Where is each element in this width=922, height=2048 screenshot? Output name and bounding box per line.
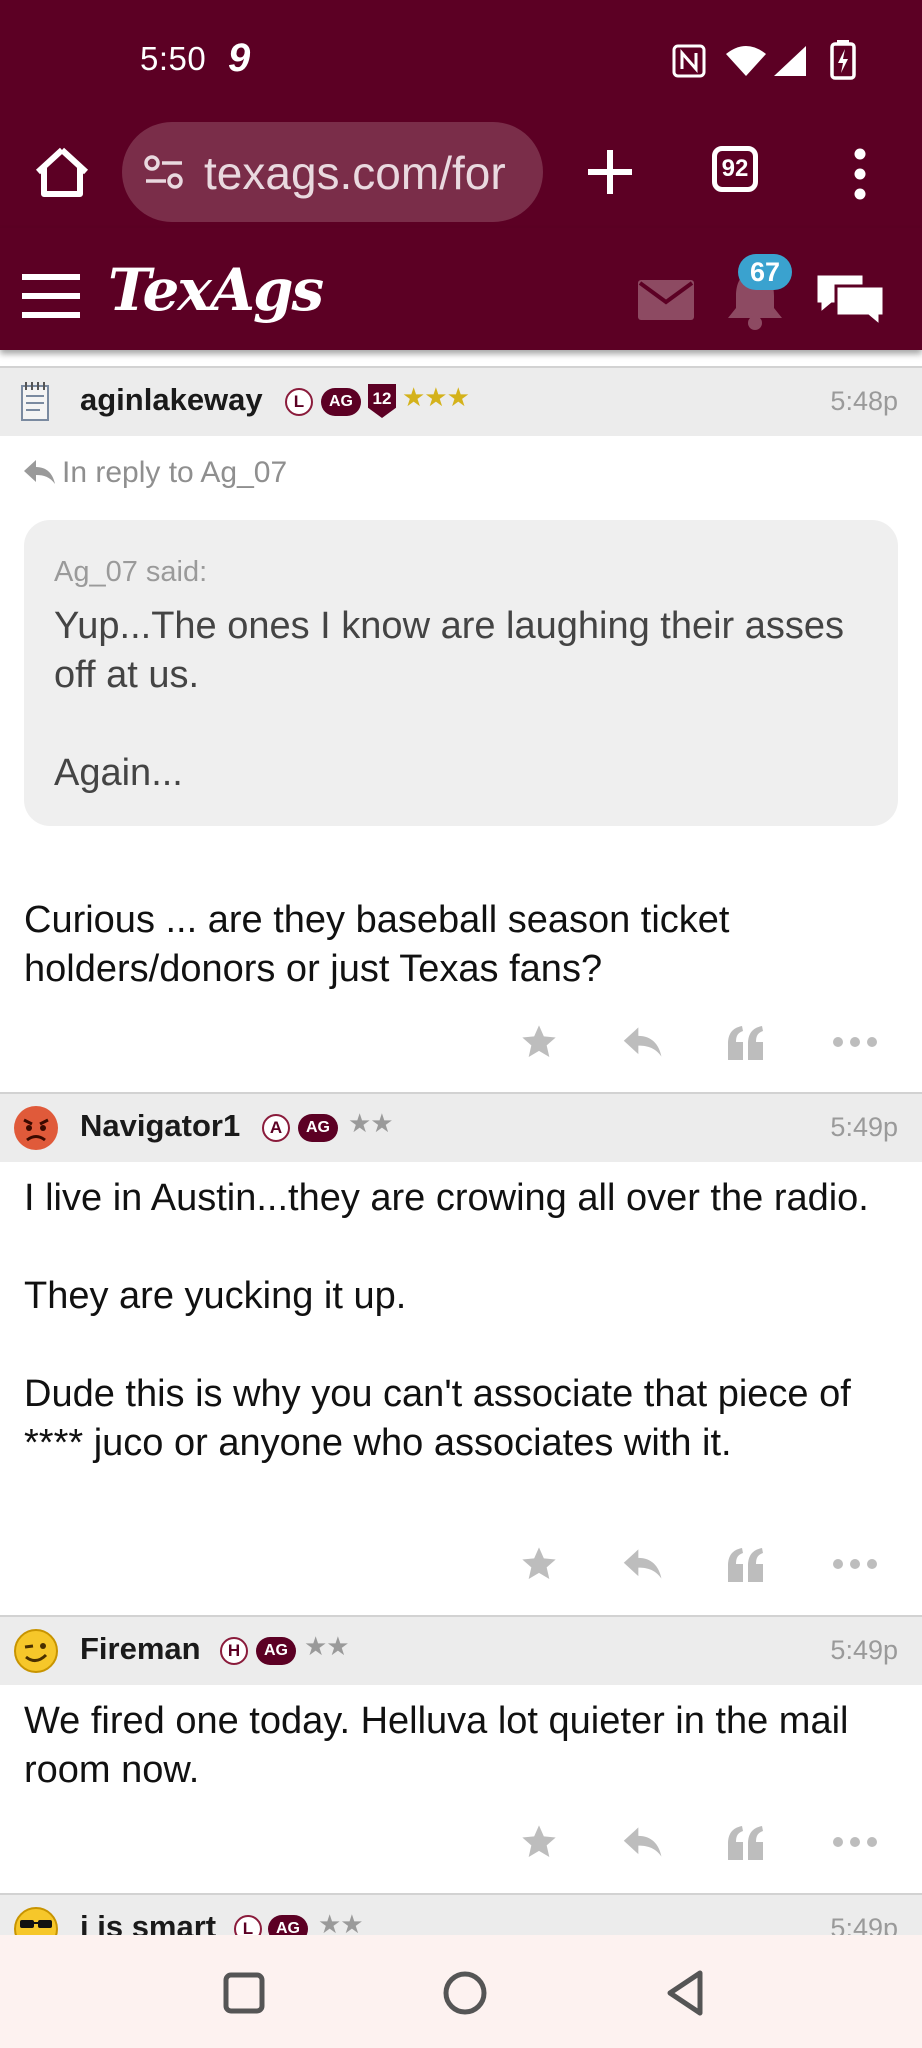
- post-body: I live in Austin...they are crowing all …: [24, 1177, 869, 1464]
- new-tab-icon[interactable]: [578, 140, 642, 204]
- quote-author: Ag_07 said:: [54, 556, 208, 588]
- notification-count-badge: 67: [738, 254, 792, 290]
- ag-badge: AG: [321, 388, 361, 416]
- reply-to-text: In reply to Ag_07: [62, 456, 288, 489]
- twelfth-man-shield-badge: 12: [368, 384, 396, 418]
- site-header: TexAgs: [0, 228, 922, 350]
- system-navigation-bar: [0, 1935, 922, 2048]
- status-time: 5:50: [140, 40, 207, 77]
- browser-toolbar: texags.com/for 92: [0, 118, 922, 228]
- chat-icon[interactable]: [812, 268, 888, 330]
- rating-stars: ★★: [304, 1631, 350, 1661]
- quote-icon: [728, 1826, 763, 1860]
- star-icon: [522, 1025, 556, 1057]
- home-circle-icon[interactable]: [437, 1965, 493, 2021]
- hamburger-menu-icon[interactable]: [22, 274, 80, 318]
- mail-icon[interactable]: [638, 280, 694, 320]
- angry-face-avatar-icon: [14, 1106, 58, 1150]
- star-button[interactable]: [514, 1820, 564, 1864]
- quote-button[interactable]: [721, 1542, 771, 1586]
- reply-icon: [623, 1549, 662, 1579]
- quote-text: Yup...The ones I know are laughing their…: [54, 605, 845, 794]
- post-time: 5:49p: [830, 1635, 898, 1665]
- star-button[interactable]: [514, 1020, 564, 1064]
- home-icon: [35, 147, 89, 197]
- home-button[interactable]: [30, 140, 94, 204]
- reply-icon: [623, 1827, 662, 1857]
- ellipsis-icon: [833, 1837, 877, 1847]
- rating-stars: ★★★: [402, 382, 470, 412]
- post-time: 5:48p: [830, 386, 898, 416]
- quote-block: Ag_07 said: Yup...The ones I know are la…: [24, 520, 898, 826]
- quote-button[interactable]: [721, 1020, 771, 1064]
- post-actions: [0, 1812, 922, 1872]
- reply-button[interactable]: [617, 1542, 667, 1586]
- quote-button[interactable]: [721, 1820, 771, 1864]
- site-logo[interactable]: TexAgs: [108, 256, 324, 324]
- post-header: Fireman H AG ★★ 5:49p: [0, 1615, 922, 1685]
- post-header: aginlakeway L AG 12 ★★★ 5:48p: [0, 366, 922, 436]
- more-options-button[interactable]: [830, 1820, 880, 1864]
- post-actions: [0, 1534, 922, 1594]
- post-username[interactable]: Navigator1: [80, 1108, 240, 1144]
- url-text: texags.com/for: [204, 147, 506, 199]
- notepad-avatar-icon: [21, 382, 49, 421]
- status-badge: A: [262, 1114, 290, 1142]
- nfc-icon: [672, 44, 706, 78]
- post-username[interactable]: Fireman: [80, 1631, 201, 1667]
- star-button[interactable]: [514, 1542, 564, 1586]
- ag-badge: AG: [298, 1114, 338, 1142]
- reply-icon: [623, 1027, 662, 1057]
- battery-charging-icon: [830, 40, 856, 80]
- post-body: Curious ... are they baseball season tic…: [24, 899, 730, 990]
- quote-icon: [728, 1548, 763, 1582]
- more-options-button[interactable]: [830, 1020, 880, 1064]
- reply-button[interactable]: [617, 1820, 667, 1864]
- reply-to-link[interactable]: In reply to Ag_07: [22, 456, 287, 490]
- star-icon: [522, 1825, 556, 1857]
- tab-count: 92: [721, 155, 749, 182]
- wifi-icon: [726, 46, 766, 76]
- signal-icon: [774, 46, 806, 76]
- star-icon: [522, 1547, 556, 1579]
- site-settings-icon[interactable]: [144, 154, 184, 190]
- post-username[interactable]: aginlakeway: [80, 382, 263, 418]
- post-time: 5:49p: [830, 1112, 898, 1142]
- rating-stars: ★★: [348, 1108, 394, 1138]
- post-body: We fired one today. Helluva lot quieter …: [24, 1700, 849, 1791]
- recent-apps-icon[interactable]: [216, 1965, 272, 2021]
- status-badge: H: [220, 1637, 248, 1665]
- reply-arrow-icon: [24, 460, 55, 484]
- tab-switcher-button[interactable]: 92: [712, 146, 758, 192]
- reply-button[interactable]: [617, 1020, 667, 1064]
- back-triangle-icon[interactable]: [658, 1965, 714, 2021]
- post-actions: [0, 1012, 922, 1072]
- address-bar[interactable]: texags.com/for: [122, 122, 543, 222]
- post-header: Navigator1 A AG ★★ 5:49p: [0, 1092, 922, 1162]
- carrier-icon: 9: [228, 36, 251, 80]
- quote-icon: [728, 1026, 763, 1060]
- status-bar: 5:50 9: [0, 0, 922, 118]
- ag-badge: AG: [256, 1637, 296, 1665]
- overflow-menu-icon[interactable]: [842, 142, 878, 206]
- ellipsis-icon: [833, 1559, 877, 1569]
- winking-smiley-avatar-icon: [14, 1629, 58, 1673]
- status-badge: L: [285, 388, 313, 416]
- more-options-button[interactable]: [830, 1542, 880, 1586]
- ellipsis-icon: [833, 1037, 877, 1047]
